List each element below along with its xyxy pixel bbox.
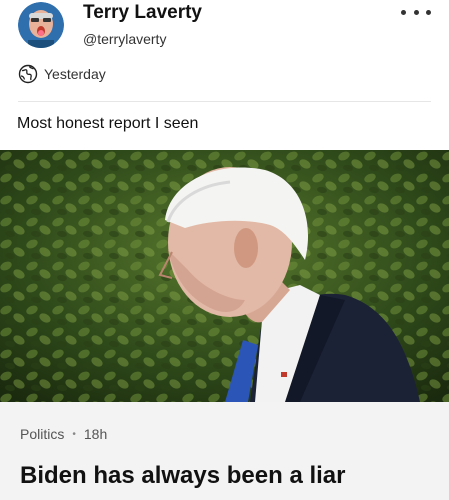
globe-icon <box>18 64 38 84</box>
author-name[interactable]: Terry Laverty <box>83 2 202 24</box>
more-options-icon <box>401 9 406 15</box>
meta-separator: • <box>72 428 76 440</box>
post-timestamp: Yesterday <box>44 66 106 82</box>
article-age: 18h <box>83 426 108 442</box>
post-meta: Yesterday <box>18 63 106 85</box>
more-options-button[interactable] <box>401 4 431 20</box>
avatar-image <box>18 2 64 48</box>
author-handle[interactable]: @terrylaverty <box>83 31 166 47</box>
article-category[interactable]: Politics <box>20 426 64 442</box>
more-options-dot <box>426 9 431 15</box>
article-title[interactable]: Biden has always been a liar <box>20 462 345 490</box>
post-header: Terry Laverty @terrylaverty Yesterday <box>0 0 449 100</box>
article-card[interactable]: Politics • 18h Biden has always been a l… <box>0 402 449 500</box>
divider <box>18 101 431 102</box>
article-photo <box>0 150 449 402</box>
avatar[interactable] <box>18 2 64 48</box>
article-meta: Politics • 18h <box>20 426 107 442</box>
post-body-text: Most honest report I seen <box>17 115 199 132</box>
more-options-dot <box>413 9 419 15</box>
feed-post: Terry Laverty @terrylaverty Yesterday Mo… <box>0 0 449 500</box>
article-image[interactable] <box>0 150 449 402</box>
